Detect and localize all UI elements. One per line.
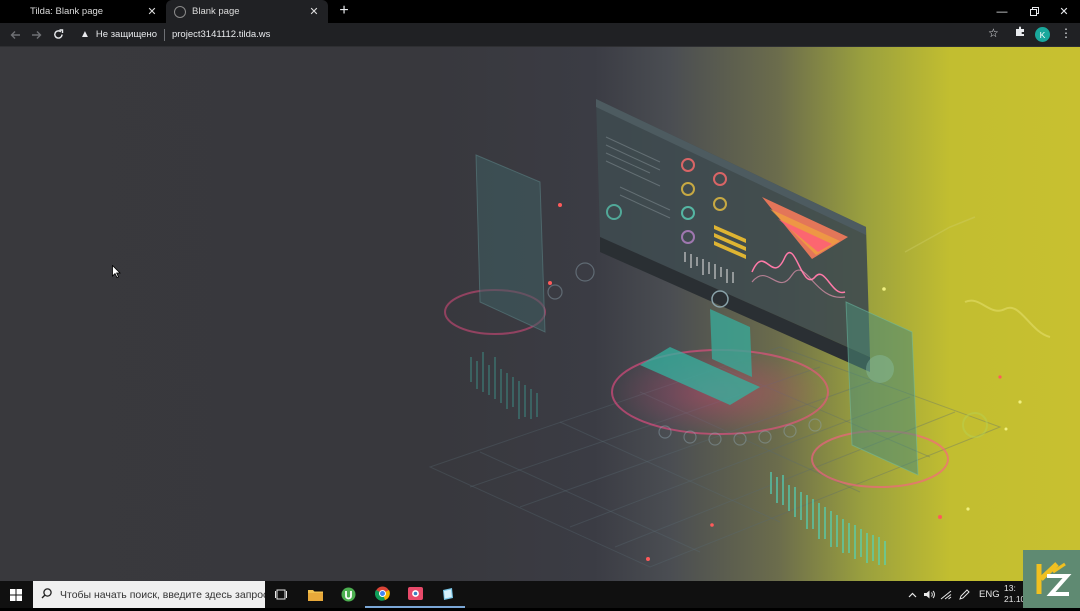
new-tab-button[interactable]: + (336, 2, 352, 20)
isometric-dashboard-illustration (0, 47, 1051, 581)
restore-icon[interactable] (1018, 0, 1050, 23)
app-window-icon[interactable] (431, 581, 465, 608)
tray-chevron-up-icon[interactable] (908, 581, 917, 608)
reload-icon[interactable] (49, 26, 67, 43)
kebab-menu-icon[interactable]: ⋮ (1060, 26, 1072, 40)
taskbar-search-input[interactable]: Чтобы начать поиск, введите здесь запрос (33, 581, 265, 608)
profile-avatar[interactable]: K (1035, 27, 1050, 42)
kz-logo-mark-icon (1036, 562, 1072, 596)
windows-taskbar: Чтобы начать поиск, введите здесь запрос… (0, 581, 1080, 608)
tab-close-icon[interactable]: ✕ (308, 5, 320, 18)
volume-icon[interactable] (923, 581, 936, 608)
search-placeholder: Чтобы начать поиск, введите здесь запрос (60, 588, 265, 601)
search-icon (41, 587, 52, 602)
tab-title: Blank page (192, 6, 240, 17)
mouse-cursor-icon (112, 265, 121, 278)
forward-arrow-icon[interactable] (27, 26, 45, 43)
kz-logo (1023, 550, 1080, 608)
address-bar[interactable]: ▲ Не защищено project3141112.tilda.ws (76, 24, 1006, 45)
globe-icon (174, 5, 186, 18)
extensions-puzzle-icon[interactable] (1015, 26, 1026, 40)
tab-close-icon[interactable]: ✕ (146, 5, 158, 18)
chrome-icon[interactable] (365, 581, 399, 608)
page-viewport (0, 47, 1080, 581)
back-arrow-icon[interactable] (6, 26, 24, 43)
security-status[interactable]: Не защищено (96, 29, 157, 40)
pen-icon[interactable] (958, 581, 970, 608)
url-text[interactable]: project3141112.tilda.ws (172, 29, 270, 40)
close-window-icon[interactable]: ✕ (1048, 0, 1080, 23)
wifi-icon[interactable] (940, 581, 952, 608)
minimize-icon[interactable]: — (986, 0, 1018, 23)
tab-tilda-blank-page[interactable]: Tilda: Blank page ✕ (0, 0, 166, 23)
input-language[interactable]: ENG (979, 581, 1000, 608)
bookmark-star-icon[interactable]: ☆ (988, 26, 999, 40)
screen-recorder-icon[interactable] (398, 581, 432, 608)
task-view-icon[interactable] (264, 581, 298, 608)
tab-strip: Tilda: Blank page ✕ Blank page ✕ + — ✕ (0, 0, 1080, 23)
utorrent-icon[interactable] (331, 581, 365, 608)
file-explorer-icon[interactable] (298, 581, 332, 608)
browser-toolbar: ▲ Не защищено project3141112.tilda.ws ☆ … (0, 23, 1080, 47)
omnibox-divider (163, 28, 165, 41)
windows-start-icon[interactable] (0, 581, 32, 608)
tab-blank-page[interactable]: Blank page ✕ (166, 0, 328, 23)
warning-triangle-icon[interactable]: ▲ (80, 29, 90, 40)
tab-title: Tilda: Blank page (30, 6, 104, 17)
